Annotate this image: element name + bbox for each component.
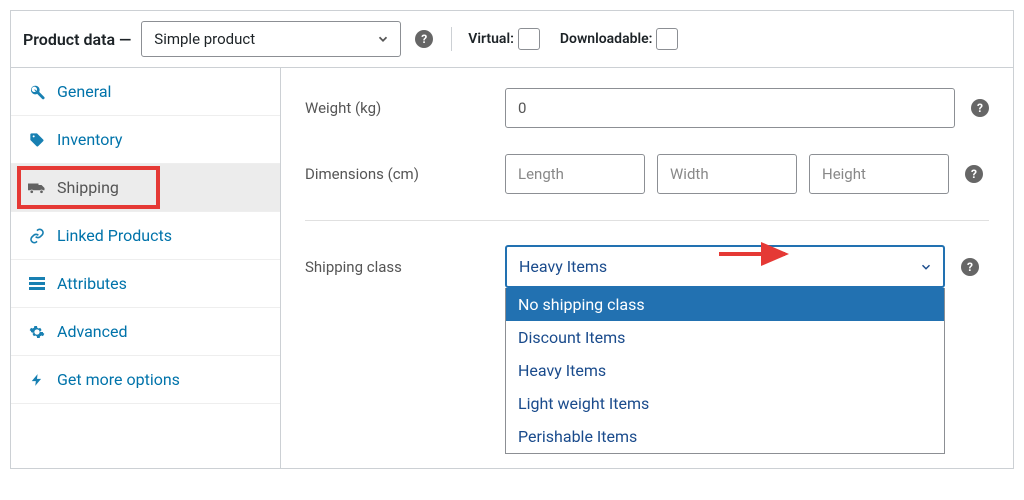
- shipping-class-select[interactable]: Heavy Items: [505, 245, 945, 288]
- truck-icon: [27, 181, 47, 195]
- tag-icon: [27, 132, 47, 148]
- tab-attributes[interactable]: Attributes: [11, 260, 280, 308]
- help-icon[interactable]: ?: [971, 99, 989, 117]
- tab-general[interactable]: General: [11, 68, 280, 116]
- tab-shipping[interactable]: Shipping: [11, 164, 280, 212]
- weight-row: Weight (kg) 0 ?: [305, 88, 989, 128]
- chevron-down-icon: [376, 32, 390, 46]
- help-icon[interactable]: ?: [961, 258, 979, 276]
- weight-input[interactable]: 0: [505, 88, 955, 128]
- height-input[interactable]: Height: [809, 154, 949, 194]
- panel-title: Product data —: [23, 30, 131, 49]
- tab-label: Attributes: [57, 274, 127, 293]
- product-type-select[interactable]: Simple product: [141, 21, 401, 57]
- divider: [451, 27, 452, 51]
- shipping-class-dropdown: No shipping class Discount Items Heavy I…: [505, 288, 945, 454]
- panel-body: General Inventory Shipping Linked Produc…: [11, 68, 1013, 468]
- tab-label: Get more options: [57, 370, 180, 389]
- shipping-class-option[interactable]: Light weight Items: [506, 387, 944, 420]
- tab-inventory[interactable]: Inventory: [11, 116, 280, 164]
- shipping-class-option[interactable]: No shipping class: [506, 288, 944, 321]
- divider: [305, 220, 989, 221]
- shipping-class-option[interactable]: Perishable Items: [506, 420, 944, 453]
- tab-label: Linked Products: [57, 226, 172, 245]
- downloadable-label: Downloadable:: [560, 31, 653, 47]
- virtual-label: Virtual:: [468, 31, 514, 47]
- tab-label: Inventory: [57, 130, 123, 149]
- virtual-toggle[interactable]: Virtual:: [468, 28, 540, 50]
- link-icon: [27, 228, 47, 244]
- shipping-content: Weight (kg) 0 ? Dimensions (cm) Length W…: [281, 68, 1013, 468]
- panel-header: Product data — Simple product ? Virtual:…: [11, 11, 1013, 68]
- shipping-class-row: Shipping class Heavy Items No shipping c…: [305, 245, 989, 288]
- list-icon: [27, 277, 47, 291]
- lightning-icon: [27, 372, 47, 388]
- wrench-icon: [27, 84, 47, 100]
- downloadable-toggle[interactable]: Downloadable:: [560, 28, 679, 50]
- tab-label: Shipping: [57, 178, 119, 197]
- tab-linked-products[interactable]: Linked Products: [11, 212, 280, 260]
- tab-label: Advanced: [57, 322, 128, 341]
- gear-icon: [27, 324, 47, 340]
- width-input[interactable]: Width: [657, 154, 797, 194]
- shipping-class-value: Heavy Items: [519, 257, 607, 276]
- length-input[interactable]: Length: [505, 154, 645, 194]
- chevron-down-icon: [919, 260, 933, 274]
- dimensions-row: Dimensions (cm) Length Width Height ?: [305, 154, 989, 194]
- tab-get-more-options[interactable]: Get more options: [11, 356, 280, 404]
- product-data-tabs: General Inventory Shipping Linked Produc…: [11, 68, 281, 468]
- product-type-value: Simple product: [154, 30, 255, 48]
- weight-label: Weight (kg): [305, 99, 505, 117]
- product-data-panel: Product data — Simple product ? Virtual:…: [10, 10, 1014, 469]
- shipping-class-option[interactable]: Heavy Items: [506, 354, 944, 387]
- help-icon[interactable]: ?: [415, 30, 433, 48]
- downloadable-checkbox[interactable]: [656, 28, 678, 50]
- tab-advanced[interactable]: Advanced: [11, 308, 280, 356]
- tab-label: General: [57, 82, 111, 101]
- shipping-class-label: Shipping class: [305, 258, 505, 276]
- virtual-checkbox[interactable]: [518, 28, 540, 50]
- dimensions-label: Dimensions (cm): [305, 165, 505, 183]
- shipping-class-option[interactable]: Discount Items: [506, 321, 944, 354]
- help-icon[interactable]: ?: [965, 165, 983, 183]
